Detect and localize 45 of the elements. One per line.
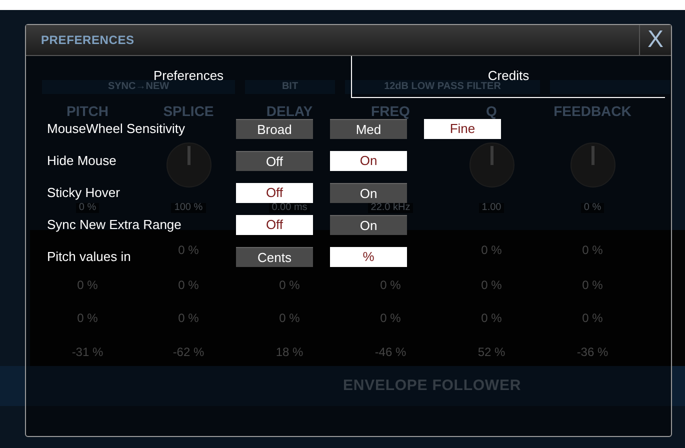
column-header: PITCH xyxy=(66,105,108,118)
option-button[interactable]: % xyxy=(330,247,407,267)
modulation-value: 0 % xyxy=(380,312,401,324)
column-header: Q xyxy=(486,105,497,118)
option-button[interactable]: Off xyxy=(236,151,313,171)
column-header: DELAY xyxy=(266,105,313,118)
setting-label: Hide Mouse xyxy=(47,153,116,168)
modulation-value: 0 % xyxy=(77,279,98,291)
modulation-value: -46 % xyxy=(374,346,406,358)
modulation-value: 18 % xyxy=(276,346,304,358)
window-title: PREFERENCES xyxy=(41,32,134,49)
modulation-value: 0 % xyxy=(77,312,98,324)
close-button[interactable]: X xyxy=(639,24,671,56)
modulation-value: 0 % xyxy=(582,244,603,256)
option-button[interactable]: Off xyxy=(236,215,313,235)
column-header: FREQ xyxy=(371,105,410,118)
column-header: FEEDBACK xyxy=(554,105,632,118)
modulation-value: 0 % xyxy=(582,279,603,291)
setting-label: MouseWheel Sensitivity xyxy=(47,121,185,136)
option-button[interactable]: Cents xyxy=(236,247,313,267)
modulation-value: 52 % xyxy=(478,346,506,358)
modulation-value: 0 % xyxy=(279,312,300,324)
option-button[interactable]: Fine xyxy=(424,119,501,139)
modulation-value: -36 % xyxy=(576,346,608,358)
modulation-value: 0 % xyxy=(279,279,300,291)
modulation-value: -31 % xyxy=(72,346,104,358)
modulation-value: -62 % xyxy=(172,346,204,358)
setting-label: Pitch values in xyxy=(47,249,131,264)
setting-label: Sync New Extra Range xyxy=(47,217,182,232)
option-button[interactable]: On xyxy=(330,215,407,235)
column-header: SPLICE xyxy=(163,105,214,118)
modulation-value: 0 % xyxy=(178,312,199,324)
modulation-value: 0 % xyxy=(178,279,199,291)
modulation-value: 0 % xyxy=(178,244,199,256)
setting-label: Sticky Hover xyxy=(47,185,120,200)
modulation-value: 0 % xyxy=(481,244,502,256)
modulation-value: 0 % xyxy=(380,279,401,291)
option-button[interactable]: On xyxy=(330,151,407,171)
modulation-value: 0 % xyxy=(582,312,603,324)
option-button[interactable]: On xyxy=(330,183,407,203)
option-button[interactable]: Off xyxy=(236,183,313,203)
option-button[interactable]: Broad xyxy=(236,119,313,139)
modulation-value: 0 % xyxy=(481,312,502,324)
option-button[interactable]: Med xyxy=(330,119,407,139)
modulation-value: 0 % xyxy=(481,279,502,291)
